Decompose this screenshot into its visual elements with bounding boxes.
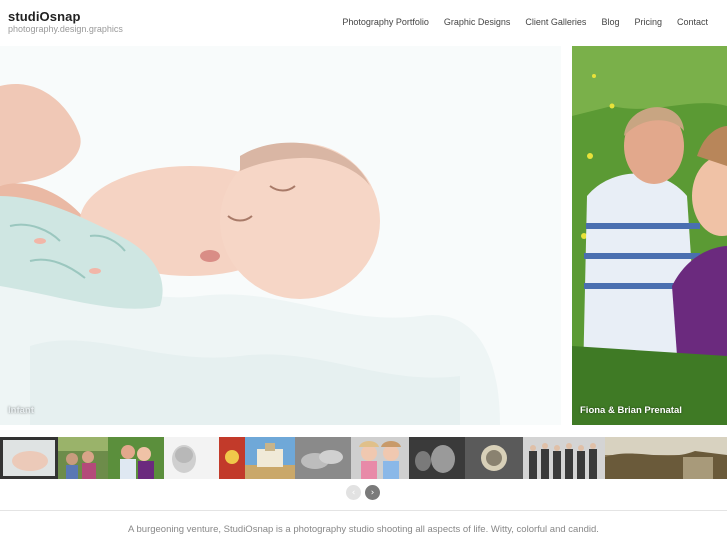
nav-item-graphic-designs[interactable]: Graphic Designs <box>444 17 511 29</box>
footer-divider <box>0 510 727 511</box>
photo-slider: Infant Fiona & Brian Prenatal <box>0 46 727 425</box>
slide-infant[interactable]: Infant <box>0 46 561 425</box>
site-tagline: photography.design.graphics <box>8 24 123 34</box>
site-logo-title[interactable]: studiOsnap <box>8 9 81 24</box>
thumbnail-hands[interactable] <box>295 437 351 479</box>
thumbnail-group[interactable] <box>523 437 605 479</box>
main-nav: Photography Portfolio Graphic Designs Cl… <box>342 17 727 29</box>
nav-item-contact[interactable]: Contact <box>677 17 708 29</box>
thumbnail-strip <box>0 437 727 479</box>
slide-caption-side: Fiona & Brian Prenatal <box>580 405 682 416</box>
chevron-right-icon[interactable]: › <box>365 485 380 500</box>
chevron-left-icon[interactable]: ‹ <box>346 485 361 500</box>
nav-item-blog[interactable]: Blog <box>601 17 619 29</box>
infant-photo <box>0 46 561 425</box>
thumbnail-kids[interactable] <box>351 437 409 479</box>
thumbnail-couple[interactable] <box>108 437 164 479</box>
thumbnail-baby-bw[interactable] <box>164 437 219 479</box>
slider-controls: ‹ › <box>346 485 380 500</box>
thumbnail-building[interactable] <box>245 437 295 479</box>
slide-caption-main: Infant <box>8 405 34 416</box>
prenatal-photo <box>572 46 727 425</box>
thumbnail-portrait-bw[interactable] <box>409 437 465 479</box>
slide-prenatal[interactable]: Fiona & Brian Prenatal <box>572 46 727 425</box>
nav-item-photography-portfolio[interactable]: Photography Portfolio <box>342 17 429 29</box>
thumbnail-family[interactable] <box>58 437 108 479</box>
footer-description: A burgeoning venture, StudiOsnap is a ph… <box>128 524 599 535</box>
thumbnail-graphic[interactable] <box>219 437 245 479</box>
thumbnail-landscape[interactable] <box>605 437 727 479</box>
nav-item-client-galleries[interactable]: Client Galleries <box>525 17 586 29</box>
site-header: studiOsnap photography.design.graphics P… <box>0 0 727 46</box>
nav-item-pricing[interactable]: Pricing <box>634 17 662 29</box>
thumbnail-infant[interactable] <box>0 437 58 479</box>
thumbnail-ring[interactable] <box>465 437 523 479</box>
